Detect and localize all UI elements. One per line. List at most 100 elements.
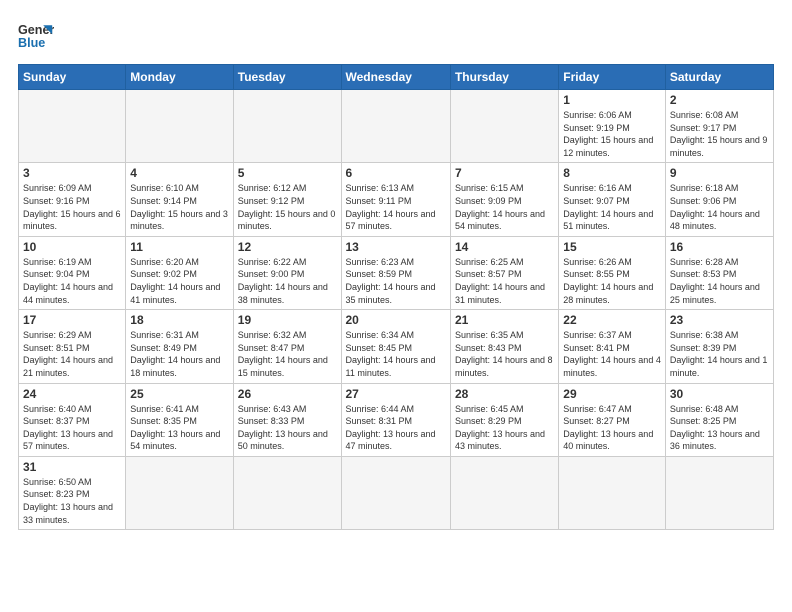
day-number: 15 <box>563 240 661 254</box>
day-info: Sunrise: 6:48 AM Sunset: 8:25 PM Dayligh… <box>670 403 769 453</box>
calendar-cell: 30 Sunrise: 6:48 AM Sunset: 8:25 PM Dayli… <box>665 383 773 456</box>
day-info: Sunrise: 6:45 AM Sunset: 8:29 PM Dayligh… <box>455 403 554 453</box>
calendar-cell: 27 Sunrise: 6:44 AM Sunset: 8:31 PM Dayli… <box>341 383 450 456</box>
calendar-cell: 12 Sunrise: 6:22 AM Sunset: 9:00 PM Dayli… <box>233 236 341 309</box>
weekday-header-monday: Monday <box>126 65 233 90</box>
weekday-header-thursday: Thursday <box>450 65 558 90</box>
day-info: Sunrise: 6:28 AM Sunset: 8:53 PM Dayligh… <box>670 256 769 306</box>
calendar-cell: 11Sunrise: 6:20 AM Sunset: 9:02 PM Dayli… <box>126 236 233 309</box>
calendar-table: SundayMondayTuesdayWednesdayThursdayFrid… <box>18 64 774 530</box>
logo: General Blue <box>18 18 54 54</box>
calendar-cell: 1Sunrise: 6:06 AM Sunset: 9:19 PM Daylig… <box>559 90 666 163</box>
day-number: 30 <box>670 387 769 401</box>
day-info: Sunrise: 6:08 AM Sunset: 9:17 PM Dayligh… <box>670 109 769 159</box>
calendar-cell: 31Sunrise: 6:50 AM Sunset: 8:23 PM Dayli… <box>19 456 126 529</box>
day-number: 7 <box>455 166 554 180</box>
day-info: Sunrise: 6:09 AM Sunset: 9:16 PM Dayligh… <box>23 182 121 232</box>
day-info: Sunrise: 6:25 AM Sunset: 8:57 PM Dayligh… <box>455 256 554 306</box>
weekday-header-row: SundayMondayTuesdayWednesdayThursdayFrid… <box>19 65 774 90</box>
day-info: Sunrise: 6:31 AM Sunset: 8:49 PM Dayligh… <box>130 329 228 379</box>
calendar-cell: 23 Sunrise: 6:38 AM Sunset: 8:39 PM Dayli… <box>665 310 773 383</box>
day-number: 1 <box>563 93 661 107</box>
header: General Blue <box>18 18 774 54</box>
logo-icon: General Blue <box>18 18 54 54</box>
day-info: Sunrise: 6:22 AM Sunset: 9:00 PM Dayligh… <box>238 256 337 306</box>
day-number: 5 <box>238 166 337 180</box>
day-info: Sunrise: 6:40 AM Sunset: 8:37 PM Dayligh… <box>23 403 121 453</box>
day-number: 24 <box>23 387 121 401</box>
calendar-cell: 18 Sunrise: 6:31 AM Sunset: 8:49 PM Dayli… <box>126 310 233 383</box>
calendar-cell: 6 Sunrise: 6:13 AM Sunset: 9:11 PM Daylig… <box>341 163 450 236</box>
day-info: Sunrise: 6:41 AM Sunset: 8:35 PM Dayligh… <box>130 403 228 453</box>
calendar-cell: 10 Sunrise: 6:19 AM Sunset: 9:04 PM Dayli… <box>19 236 126 309</box>
calendar-cell: 17 Sunrise: 6:29 AM Sunset: 8:51 PM Dayli… <box>19 310 126 383</box>
calendar-cell: 7 Sunrise: 6:15 AM Sunset: 9:09 PM Daylig… <box>450 163 558 236</box>
calendar-cell: 3 Sunrise: 6:09 AM Sunset: 9:16 PM Daylig… <box>19 163 126 236</box>
day-info: Sunrise: 6:37 AM Sunset: 8:41 PM Dayligh… <box>563 329 661 379</box>
weekday-header-sunday: Sunday <box>19 65 126 90</box>
day-info: Sunrise: 6:35 AM Sunset: 8:43 PM Dayligh… <box>455 329 554 379</box>
day-info: Sunrise: 6:15 AM Sunset: 9:09 PM Dayligh… <box>455 182 554 232</box>
calendar-cell: 14 Sunrise: 6:25 AM Sunset: 8:57 PM Dayli… <box>450 236 558 309</box>
weekday-header-saturday: Saturday <box>665 65 773 90</box>
calendar-cell <box>126 90 233 163</box>
calendar-cell: 5 Sunrise: 6:12 AM Sunset: 9:12 PM Daylig… <box>233 163 341 236</box>
day-number: 8 <box>563 166 661 180</box>
day-number: 20 <box>346 313 446 327</box>
day-number: 9 <box>670 166 769 180</box>
day-info: Sunrise: 6:47 AM Sunset: 8:27 PM Dayligh… <box>563 403 661 453</box>
week-row-0: 1Sunrise: 6:06 AM Sunset: 9:19 PM Daylig… <box>19 90 774 163</box>
day-number: 16 <box>670 240 769 254</box>
day-number: 25 <box>130 387 228 401</box>
day-info: Sunrise: 6:29 AM Sunset: 8:51 PM Dayligh… <box>23 329 121 379</box>
calendar-cell: 28Sunrise: 6:45 AM Sunset: 8:29 PM Dayli… <box>450 383 558 456</box>
weekday-header-tuesday: Tuesday <box>233 65 341 90</box>
calendar-cell <box>450 90 558 163</box>
day-info: Sunrise: 6:26 AM Sunset: 8:55 PM Dayligh… <box>563 256 661 306</box>
day-number: 10 <box>23 240 121 254</box>
day-number: 18 <box>130 313 228 327</box>
day-number: 17 <box>23 313 121 327</box>
day-info: Sunrise: 6:13 AM Sunset: 9:11 PM Dayligh… <box>346 182 446 232</box>
day-number: 19 <box>238 313 337 327</box>
weekday-header-friday: Friday <box>559 65 666 90</box>
day-number: 26 <box>238 387 337 401</box>
calendar-cell: 13 Sunrise: 6:23 AM Sunset: 8:59 PM Dayli… <box>341 236 450 309</box>
day-number: 3 <box>23 166 121 180</box>
day-number: 22 <box>563 313 661 327</box>
day-info: Sunrise: 6:12 AM Sunset: 9:12 PM Dayligh… <box>238 182 337 232</box>
svg-text:Blue: Blue <box>18 36 45 50</box>
day-number: 6 <box>346 166 446 180</box>
calendar-cell <box>126 456 233 529</box>
day-number: 13 <box>346 240 446 254</box>
day-info: Sunrise: 6:18 AM Sunset: 9:06 PM Dayligh… <box>670 182 769 232</box>
week-row-5: 31Sunrise: 6:50 AM Sunset: 8:23 PM Dayli… <box>19 456 774 529</box>
calendar-cell: 8 Sunrise: 6:16 AM Sunset: 9:07 PM Daylig… <box>559 163 666 236</box>
calendar-cell <box>450 456 558 529</box>
day-number: 12 <box>238 240 337 254</box>
day-info: Sunrise: 6:16 AM Sunset: 9:07 PM Dayligh… <box>563 182 661 232</box>
calendar-cell <box>19 90 126 163</box>
week-row-3: 17 Sunrise: 6:29 AM Sunset: 8:51 PM Dayli… <box>19 310 774 383</box>
calendar-cell <box>341 456 450 529</box>
calendar-cell <box>233 90 341 163</box>
calendar-cell: 24 Sunrise: 6:40 AM Sunset: 8:37 PM Dayli… <box>19 383 126 456</box>
week-row-2: 10 Sunrise: 6:19 AM Sunset: 9:04 PM Dayli… <box>19 236 774 309</box>
calendar-cell: 21 Sunrise: 6:35 AM Sunset: 8:43 PM Dayli… <box>450 310 558 383</box>
day-number: 31 <box>23 460 121 474</box>
day-number: 21 <box>455 313 554 327</box>
calendar-cell <box>665 456 773 529</box>
day-info: Sunrise: 6:23 AM Sunset: 8:59 PM Dayligh… <box>346 256 446 306</box>
day-info: Sunrise: 6:43 AM Sunset: 8:33 PM Dayligh… <box>238 403 337 453</box>
calendar-cell: 20Sunrise: 6:34 AM Sunset: 8:45 PM Dayli… <box>341 310 450 383</box>
day-info: Sunrise: 6:44 AM Sunset: 8:31 PM Dayligh… <box>346 403 446 453</box>
calendar-cell <box>233 456 341 529</box>
day-number: 14 <box>455 240 554 254</box>
day-info: Sunrise: 6:38 AM Sunset: 8:39 PM Dayligh… <box>670 329 769 379</box>
calendar-cell: 26 Sunrise: 6:43 AM Sunset: 8:33 PM Dayli… <box>233 383 341 456</box>
day-number: 23 <box>670 313 769 327</box>
calendar-cell: 4Sunrise: 6:10 AM Sunset: 9:14 PM Daylig… <box>126 163 233 236</box>
day-number: 27 <box>346 387 446 401</box>
calendar-cell <box>559 456 666 529</box>
day-info: Sunrise: 6:19 AM Sunset: 9:04 PM Dayligh… <box>23 256 121 306</box>
